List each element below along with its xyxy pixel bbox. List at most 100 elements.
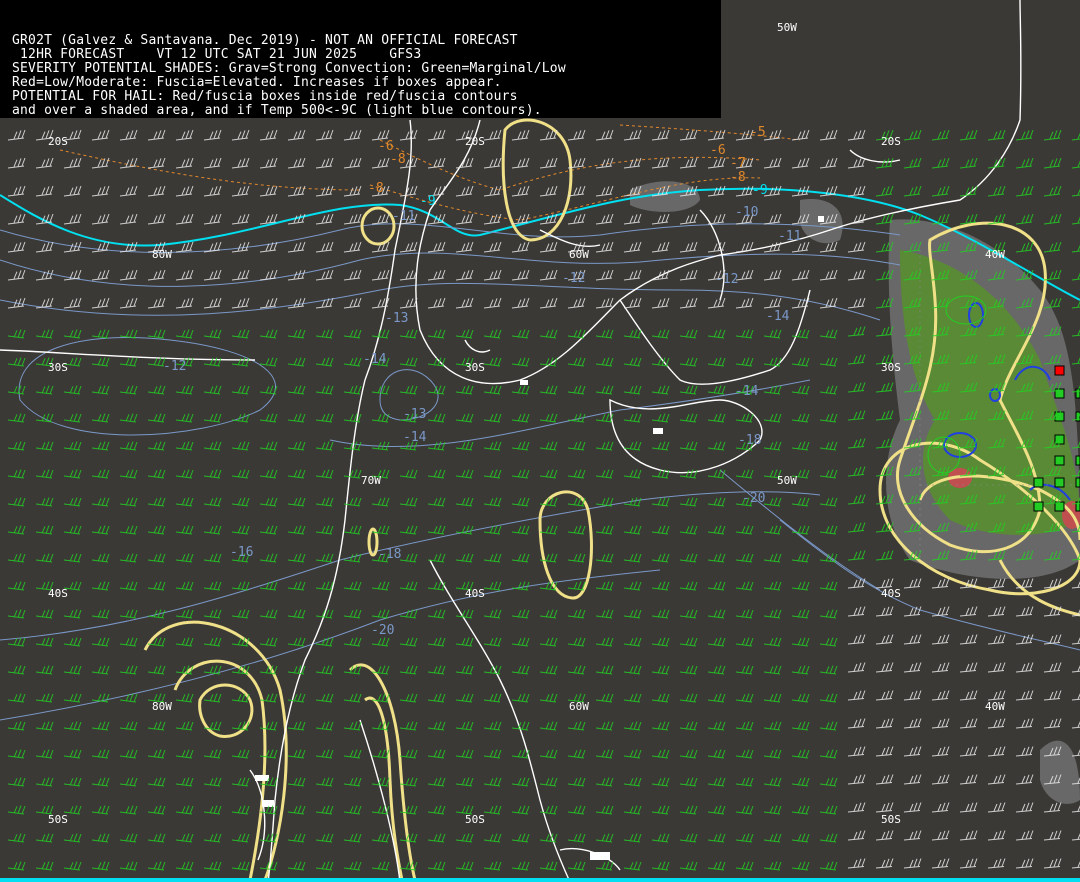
lat-label: 20S	[48, 135, 68, 148]
wind-barb	[735, 833, 754, 843]
wind-barb	[959, 662, 978, 673]
wind-barb	[119, 469, 138, 479]
wind-barb	[63, 329, 82, 339]
wind-barb	[679, 469, 698, 479]
wind-barb	[1015, 690, 1034, 701]
wind-barb	[203, 241, 222, 253]
wind-barb	[539, 297, 558, 309]
wind-barb	[595, 749, 614, 759]
wind-barb	[483, 441, 502, 451]
isotherm-label: -14	[766, 309, 790, 324]
wind-barb	[7, 525, 26, 535]
wind-barb	[1071, 861, 1080, 869]
wind-barb	[231, 129, 250, 141]
wind-barb	[455, 861, 474, 871]
wind-barb	[63, 441, 82, 451]
wind-barb	[203, 385, 222, 395]
wind-barb	[259, 609, 278, 619]
isotherm-label: -16	[230, 545, 254, 560]
wind-barb	[119, 213, 138, 225]
wind-barb	[147, 665, 166, 675]
wind-barb	[875, 410, 894, 421]
wind-barb	[763, 157, 782, 169]
wind-barb	[91, 441, 110, 451]
wind-barb	[987, 578, 1006, 589]
wind-barb	[539, 441, 558, 451]
wind-barb	[707, 609, 726, 619]
wind-barb	[903, 858, 922, 869]
wind-barb	[203, 469, 222, 479]
wind-barb	[371, 861, 390, 871]
wind-barb	[119, 553, 138, 563]
wind-barb	[735, 553, 754, 563]
wind-barb	[1043, 157, 1062, 169]
wind-barb	[651, 581, 670, 591]
wind-barb	[119, 497, 138, 507]
wind-barb	[315, 357, 334, 367]
wind-barb	[1043, 185, 1062, 197]
lat-label: 20S	[465, 135, 485, 148]
wind-barb	[1015, 129, 1034, 141]
wind-barb	[763, 213, 782, 225]
wind-barb	[147, 609, 166, 619]
wind-barb	[175, 749, 194, 759]
wind-barb	[91, 609, 110, 619]
wind-barb	[35, 833, 54, 843]
isotherm-label: -7	[730, 156, 746, 171]
wind-barb	[819, 441, 838, 451]
wind-barb	[147, 861, 166, 871]
wind-barb	[959, 746, 978, 757]
wind-barb	[315, 693, 334, 703]
wind-barb	[455, 469, 474, 479]
wind-barb	[1071, 833, 1080, 841]
wind-barb	[287, 805, 306, 815]
wind-barb	[567, 213, 586, 225]
wind-barb	[371, 609, 390, 619]
wind-barb	[287, 525, 306, 535]
wind-barb	[399, 665, 418, 675]
wind-barb	[483, 693, 502, 703]
wind-barb	[567, 805, 586, 815]
wind-barb	[399, 297, 418, 309]
wind-barb	[259, 497, 278, 507]
wind-barb	[595, 637, 614, 647]
wind-barb	[763, 413, 782, 423]
wind-barb	[455, 497, 474, 507]
wind-barb	[259, 665, 278, 675]
wind-barb	[231, 385, 250, 395]
wind-barb	[931, 185, 950, 197]
wind-barb	[91, 525, 110, 535]
wind-barb	[147, 525, 166, 535]
wind-barb	[35, 525, 54, 535]
wind-barb	[483, 157, 502, 169]
wind-barb	[483, 833, 502, 843]
wind-barb	[959, 185, 978, 197]
wind-barb	[399, 861, 418, 871]
wind-barb	[119, 665, 138, 675]
lon-label: 40W	[985, 248, 1005, 261]
wind-barb	[259, 297, 278, 309]
wind-barb	[91, 805, 110, 815]
wind-barb	[707, 693, 726, 703]
wind-barb	[623, 749, 642, 759]
wind-barb	[119, 721, 138, 731]
wind-barb	[63, 469, 82, 479]
wind-barb	[707, 861, 726, 871]
wind-barb	[399, 693, 418, 703]
isotherm-label: -8	[730, 170, 746, 185]
wind-barb	[119, 385, 138, 395]
wind-barb	[483, 721, 502, 731]
wind-barb	[483, 861, 502, 871]
wind-barb	[343, 609, 362, 619]
wind-barb	[623, 609, 642, 619]
wind-barb	[511, 581, 530, 591]
wind-barb	[931, 213, 950, 225]
wind-barb	[259, 581, 278, 591]
wind-barb	[455, 413, 474, 423]
wind-barb	[1043, 129, 1062, 141]
wind-barb	[651, 609, 670, 619]
wind-barb	[651, 805, 670, 815]
wind-barb	[735, 749, 754, 759]
wind-barb	[819, 637, 838, 647]
wind-barb	[1015, 157, 1034, 169]
